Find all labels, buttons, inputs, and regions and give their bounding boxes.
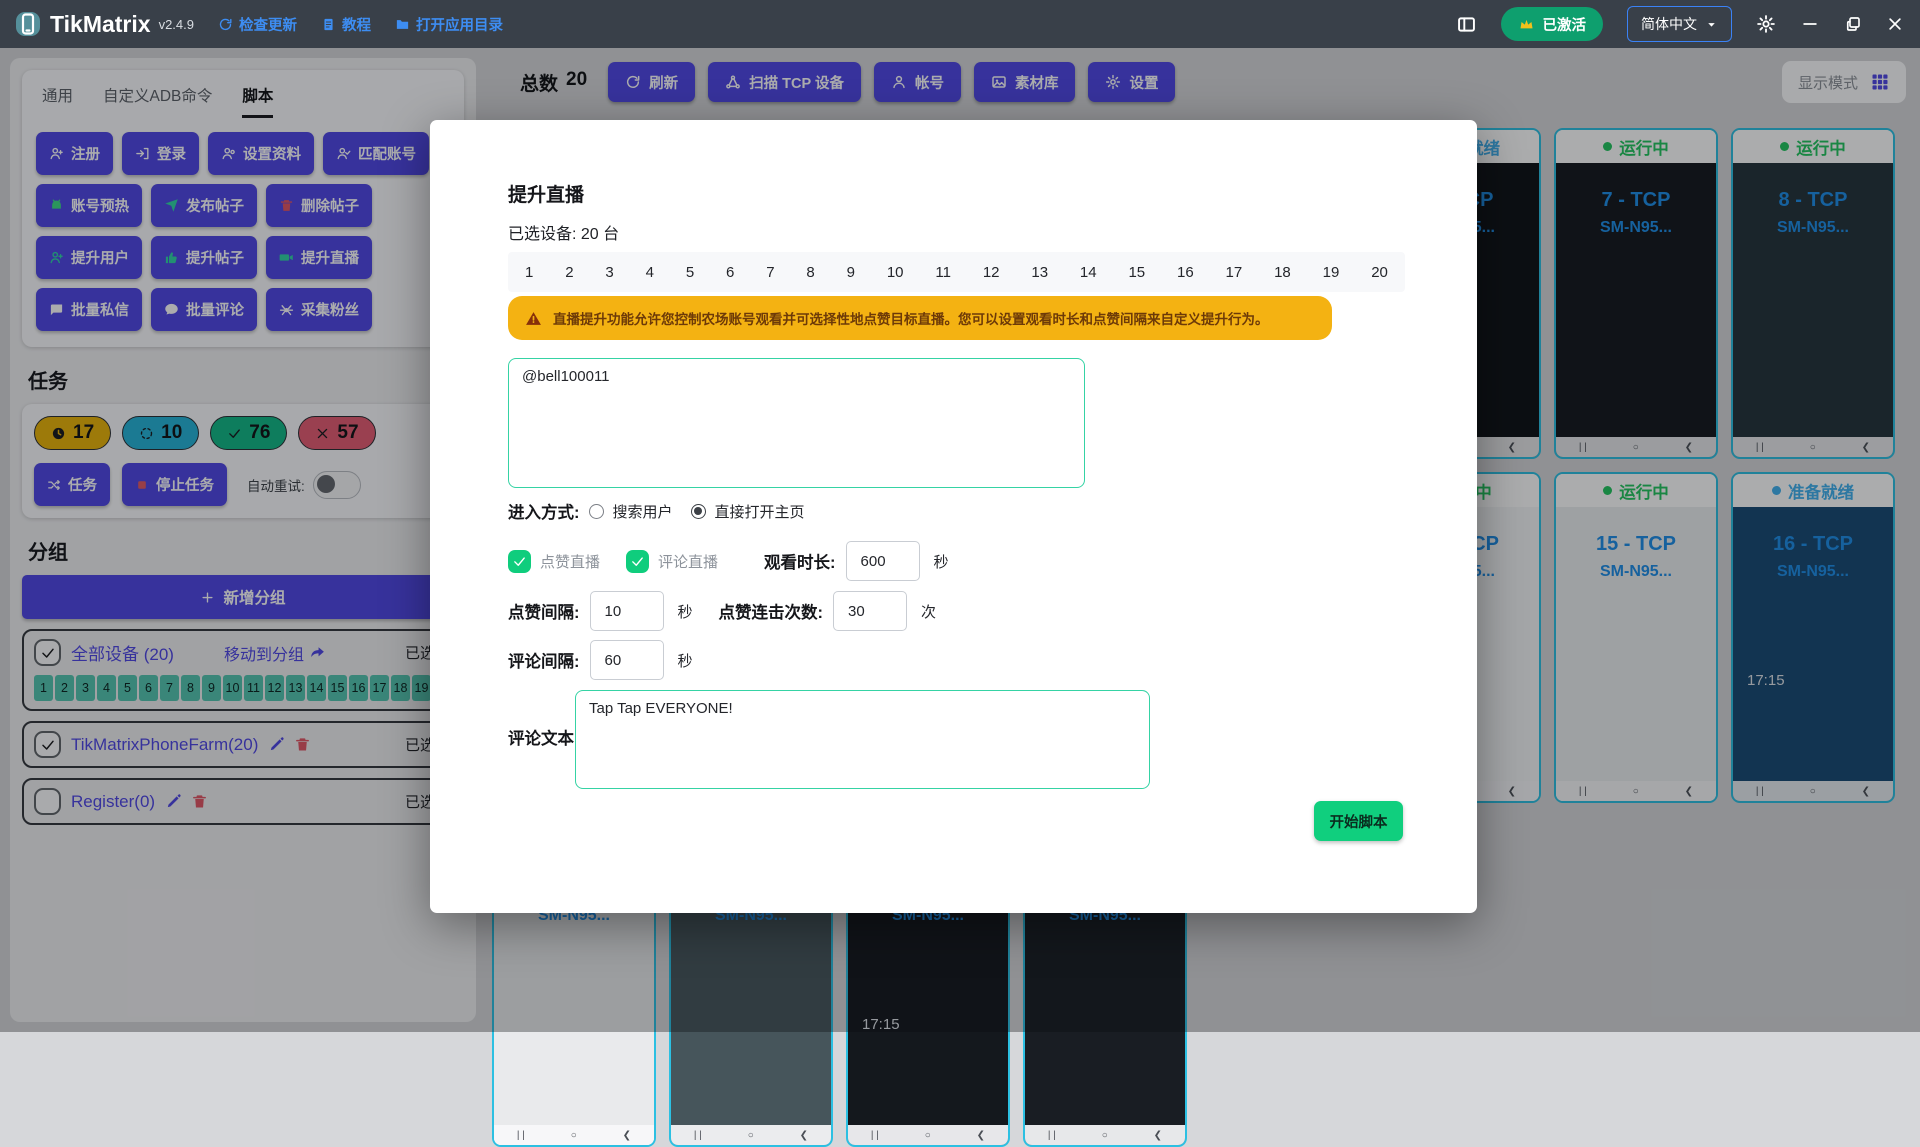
comment-live-checkbox[interactable] bbox=[626, 550, 649, 573]
comment-text-label: 评论文本: bbox=[508, 725, 580, 749]
android-navbar: | |○❮ bbox=[494, 1125, 654, 1145]
modal-device-number: 1 bbox=[525, 264, 533, 281]
entry-method-radio[interactable] bbox=[691, 504, 706, 519]
entry-method-row: 进入方式: 搜索用户 直接打开主页 bbox=[508, 498, 814, 524]
language-selector[interactable]: 简体中文 bbox=[1627, 6, 1732, 42]
boost-live-modal: 提升直播 已选设备: 20 台 123456789101112131415161… bbox=[430, 120, 1477, 913]
settings-gear-icon[interactable] bbox=[1756, 14, 1776, 34]
warning-banner: 直播提升功能允许您控制农场账号观看并可选择性地点赞目标直播。您可以设置观看时长和… bbox=[508, 296, 1332, 340]
comment-interval-label: 评论间隔: bbox=[508, 648, 580, 672]
start-script-button[interactable]: 开始脚本 bbox=[1314, 801, 1403, 841]
modal-device-number: 4 bbox=[646, 264, 654, 281]
panel-toggle-icon[interactable] bbox=[1456, 14, 1477, 35]
modal-device-number: 8 bbox=[806, 264, 814, 281]
app-logo bbox=[16, 12, 40, 36]
android-navbar: | |○❮ bbox=[671, 1125, 831, 1145]
modal-device-number: 3 bbox=[605, 264, 613, 281]
comment-interval-input[interactable] bbox=[590, 640, 664, 680]
modal-device-number: 9 bbox=[847, 264, 855, 281]
modal-device-number: 14 bbox=[1080, 264, 1097, 281]
entry-method-label: 进入方式: bbox=[508, 499, 580, 523]
doc-icon bbox=[321, 17, 336, 32]
target-users-textarea[interactable]: @bell100011 bbox=[508, 358, 1085, 488]
app-title: TikMatrix bbox=[50, 11, 151, 38]
folder-icon bbox=[395, 17, 410, 32]
app-version: v2.4.9 bbox=[159, 17, 194, 32]
modal-device-number: 16 bbox=[1177, 264, 1194, 281]
activated-label: 已激活 bbox=[1543, 14, 1587, 35]
entry-method-option-label: 直接打开主页 bbox=[715, 501, 805, 522]
modal-device-number: 6 bbox=[726, 264, 734, 281]
entry-method-option-label: 搜索用户 bbox=[613, 501, 673, 522]
seconds-unit: 秒 bbox=[934, 551, 949, 572]
refresh-icon bbox=[218, 17, 233, 32]
modal-device-number: 18 bbox=[1274, 264, 1291, 281]
close-icon[interactable] bbox=[1886, 15, 1904, 33]
chevron-down-icon bbox=[1705, 18, 1718, 31]
modal-device-number: 13 bbox=[1031, 264, 1048, 281]
like-combo-input[interactable] bbox=[833, 591, 907, 631]
watch-duration-input[interactable] bbox=[846, 541, 920, 581]
topbar-links: 检查更新 教程 打开应用目录 bbox=[194, 14, 503, 35]
minimize-icon[interactable] bbox=[1800, 14, 1820, 34]
like-live-checkbox[interactable] bbox=[508, 550, 531, 573]
android-navbar: | |○❮ bbox=[1025, 1125, 1185, 1145]
like-interval-input[interactable] bbox=[590, 591, 664, 631]
like-live-label: 点赞直播 bbox=[540, 551, 600, 572]
check-icon bbox=[630, 554, 645, 569]
modal-device-number: 15 bbox=[1128, 264, 1145, 281]
selected-devices-label: 已选设备: 20 台 bbox=[508, 220, 619, 244]
times-unit: 次 bbox=[921, 601, 936, 622]
entry-method-radio[interactable] bbox=[589, 504, 604, 519]
activated-badge[interactable]: 已激活 bbox=[1501, 7, 1604, 41]
language-label: 简体中文 bbox=[1641, 14, 1697, 34]
check-icon bbox=[512, 554, 527, 569]
warning-icon bbox=[525, 310, 542, 327]
modal-title: 提升直播 bbox=[508, 180, 584, 207]
seconds-unit: 秒 bbox=[678, 650, 693, 671]
topbar-link[interactable]: 教程 bbox=[321, 14, 371, 35]
watch-duration-label: 观看时长: bbox=[764, 549, 836, 573]
titlebar: TikMatrix v2.4.9 检查更新 教程 打开应用目录 已激活 简体中文 bbox=[0, 0, 1920, 48]
modal-device-number: 12 bbox=[983, 264, 1000, 281]
seconds-unit: 秒 bbox=[678, 601, 693, 622]
live-options-row: 点赞直播 评论直播 观看时长: 秒 bbox=[508, 540, 949, 582]
selected-device-number-strip: 1234567891011121314151617181920 bbox=[508, 252, 1405, 292]
modal-device-number: 2 bbox=[565, 264, 573, 281]
like-combo-label: 点赞连击次数: bbox=[719, 599, 824, 623]
warning-text: 直播提升功能允许您控制农场账号观看并可选择性地点赞目标直播。您可以设置观看时长和… bbox=[553, 308, 1269, 328]
like-interval-row: 点赞间隔: 秒 点赞连击次数: 次 bbox=[508, 590, 936, 632]
maximize-icon[interactable] bbox=[1844, 15, 1862, 33]
topbar-link[interactable]: 打开应用目录 bbox=[395, 14, 503, 35]
modal-device-number: 10 bbox=[887, 264, 904, 281]
modal-device-number: 20 bbox=[1371, 264, 1388, 281]
android-navbar: | |○❮ bbox=[848, 1125, 1008, 1145]
modal-device-number: 17 bbox=[1226, 264, 1243, 281]
crown-icon bbox=[1518, 16, 1535, 33]
modal-device-number: 7 bbox=[766, 264, 774, 281]
comment-text-textarea[interactable]: Tap Tap EVERYONE! bbox=[575, 690, 1150, 789]
modal-device-number: 5 bbox=[686, 264, 694, 281]
comment-interval-row: 评论间隔: 秒 bbox=[508, 639, 693, 681]
topbar-link[interactable]: 检查更新 bbox=[218, 14, 297, 35]
modal-device-number: 11 bbox=[935, 264, 951, 281]
like-interval-label: 点赞间隔: bbox=[508, 599, 580, 623]
modal-device-number: 19 bbox=[1323, 264, 1340, 281]
comment-live-label: 评论直播 bbox=[658, 551, 718, 572]
